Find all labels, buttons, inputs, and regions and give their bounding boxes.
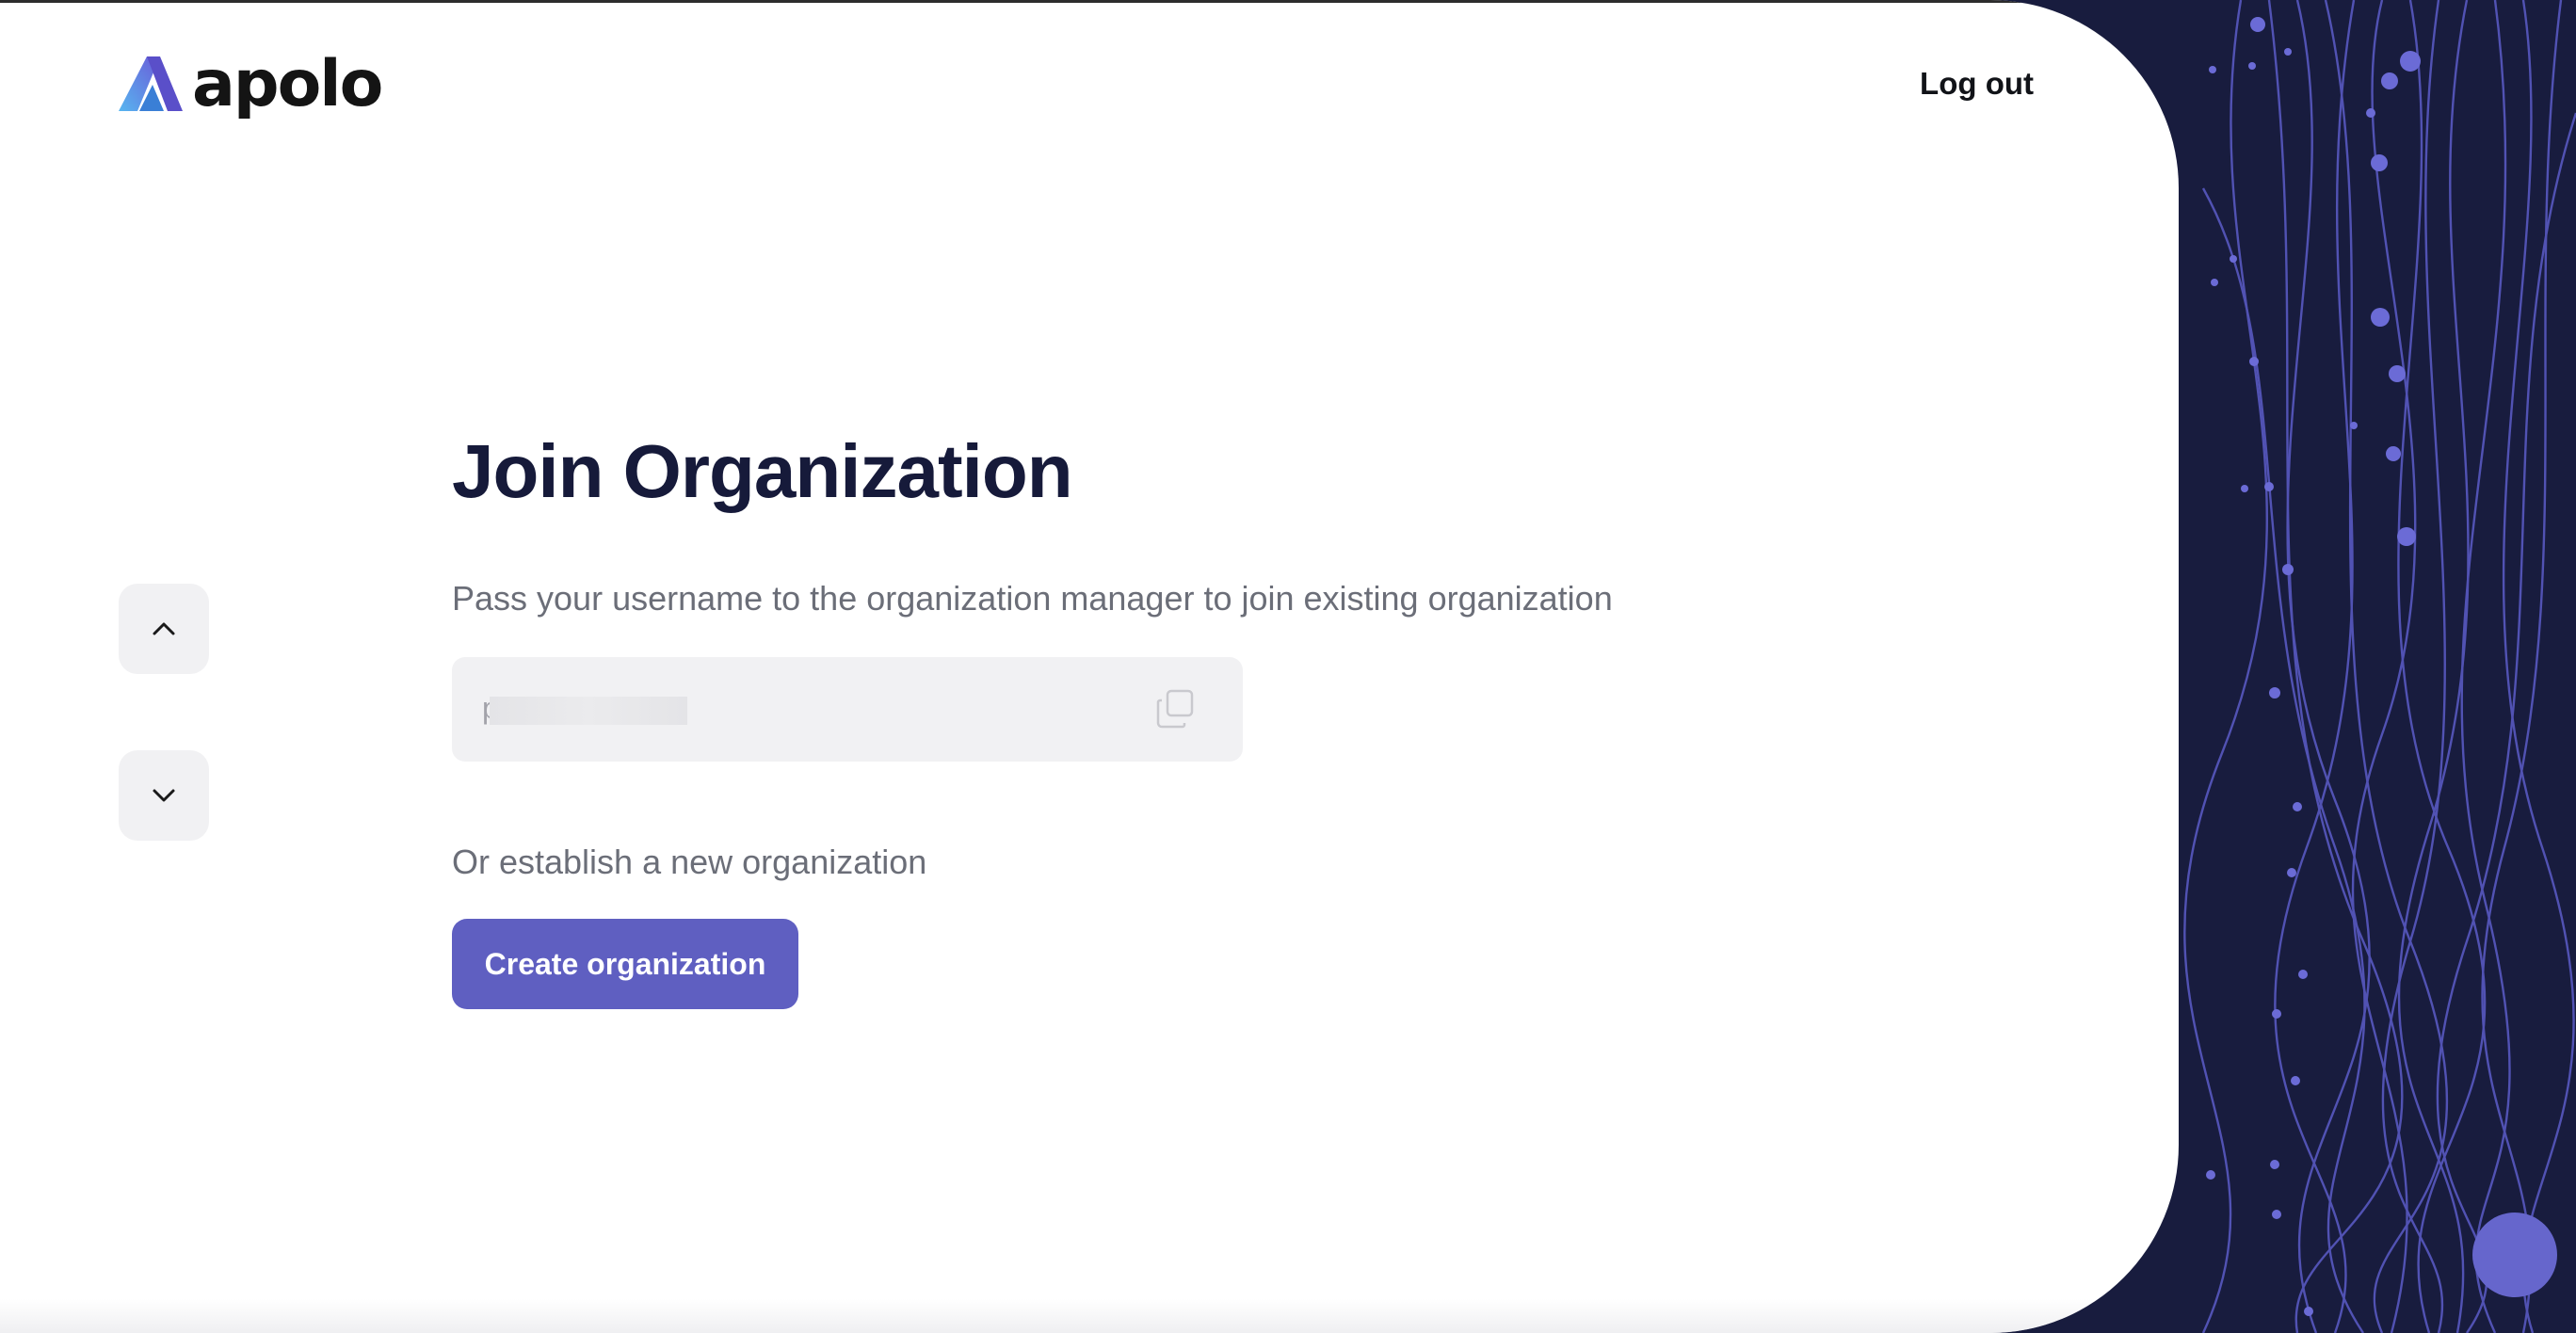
page-title: Join Organization — [452, 429, 1073, 513]
brand-name: apolo — [192, 46, 383, 121]
app-root: apolo Log out Join Organization Pass you… — [0, 0, 2576, 1333]
main-panel: apolo Log out Join Organization Pass you… — [0, 0, 2179, 1333]
chat-bubble-icon[interactable] — [2472, 1213, 2557, 1297]
create-organization-button[interactable]: Create organization — [452, 919, 798, 1009]
apolo-logo-icon — [119, 56, 183, 111]
redacted-username — [490, 697, 687, 725]
join-description: Pass your username to the organization m… — [452, 579, 1613, 618]
chevron-down-icon — [153, 789, 175, 802]
apolo-logo[interactable]: apolo — [119, 46, 383, 121]
scroll-down-button[interactable] — [119, 750, 209, 841]
username-field[interactable]: p 4 — [452, 657, 1243, 762]
chevron-up-icon — [153, 622, 175, 635]
logout-link[interactable]: Log out — [1902, 66, 2034, 102]
bottom-shadow — [0, 1299, 2179, 1333]
copy-icon[interactable] — [1154, 687, 1198, 731]
scroll-up-button[interactable] — [119, 584, 209, 674]
top-border — [0, 0, 2179, 3]
create-org-prompt: Or establish a new organization — [452, 843, 927, 881]
